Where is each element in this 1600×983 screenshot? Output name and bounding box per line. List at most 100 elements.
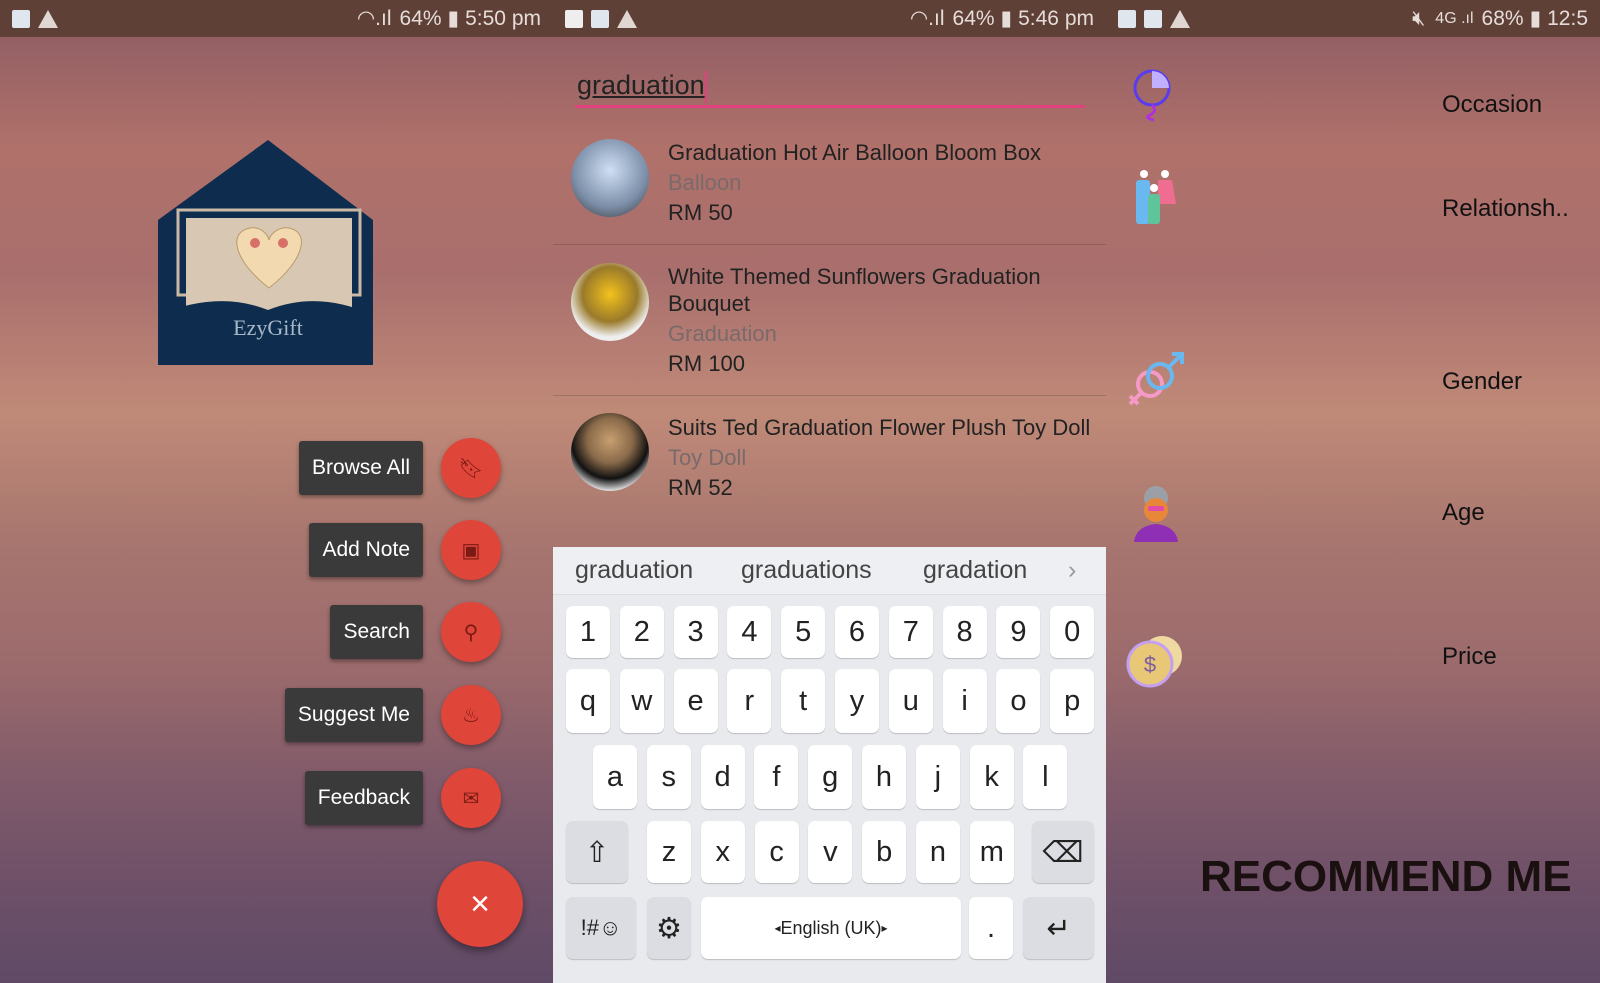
feedback-label[interactable]: Feedback <box>304 771 423 825</box>
svg-text:EzyGift: EzyGift <box>233 315 303 340</box>
key-c[interactable]: c <box>754 821 799 883</box>
key-x[interactable]: x <box>700 821 745 883</box>
symbols-key[interactable]: !#☺ <box>566 897 636 959</box>
search-icon[interactable]: ⚲ <box>441 602 501 662</box>
criteria-price[interactable]: Price <box>1442 643 1497 671</box>
key-h[interactable]: h <box>862 745 906 809</box>
result-item[interactable]: Graduation Hot Air Balloon Bloom Box Bal… <box>553 122 1106 245</box>
menu-item-browse-all[interactable]: Browse All 🔖︎ <box>298 438 501 498</box>
grandmother-icon[interactable] <box>1126 484 1186 544</box>
key-2[interactable]: 2 <box>619 606 664 658</box>
family-icon[interactable] <box>1126 168 1186 228</box>
key-8[interactable]: 8 <box>942 606 987 658</box>
menu-item-feedback[interactable]: Feedback ✉ <box>304 768 501 828</box>
key-i[interactable]: i <box>942 669 987 733</box>
enter-icon[interactable]: ↵ <box>1023 897 1094 959</box>
product-image <box>571 263 649 341</box>
key-s[interactable]: s <box>646 745 691 809</box>
suggest-me-label[interactable]: Suggest Me <box>284 688 423 742</box>
key-r[interactable]: r <box>727 669 772 733</box>
key-a[interactable]: a <box>593 745 637 809</box>
key-e[interactable]: e <box>673 669 718 733</box>
key-j[interactable]: j <box>915 745 960 809</box>
key-b[interactable]: b <box>862 821 907 883</box>
key-4[interactable]: 4 <box>727 606 772 658</box>
recommend-me-button[interactable]: RECOMMEND ME <box>1200 852 1572 902</box>
result-item[interactable]: Suits Ted Graduation Flower Plush Toy Do… <box>553 396 1106 547</box>
suggestion[interactable]: gradation <box>923 556 1027 585</box>
key-q[interactable]: q <box>566 669 610 733</box>
clock: 12:5 <box>1547 6 1588 30</box>
product-image <box>571 139 649 217</box>
product-title: White Themed Sunflowers Graduation Bouqu… <box>668 264 1041 316</box>
suggestion[interactable]: graduation <box>575 556 693 585</box>
key-d[interactable]: d <box>700 745 745 809</box>
chevron-right-icon[interactable]: › <box>1068 556 1076 585</box>
key-y[interactable]: y <box>835 669 879 733</box>
browse-all-label[interactable]: Browse All <box>298 441 423 495</box>
key-v[interactable]: v <box>808 821 853 883</box>
product-category: Toy Doll <box>668 445 747 470</box>
balloon-icon[interactable] <box>1126 66 1186 126</box>
key-o[interactable]: o <box>996 669 1041 733</box>
status-bar: ◠.ıl 64% ▮ 5:50 pm <box>0 0 553 37</box>
key-1[interactable]: 1 <box>566 606 610 658</box>
key-6[interactable]: 6 <box>835 606 879 658</box>
gender-icon[interactable] <box>1126 350 1186 410</box>
key-9[interactable]: 9 <box>996 606 1041 658</box>
menu-item-add-note[interactable]: Add Note ▣ <box>309 520 501 580</box>
product-title: Graduation Hot Air Balloon Bloom Box <box>668 140 1041 165</box>
menu-item-search[interactable]: Search ⚲ <box>330 602 501 662</box>
signal-4g-icon: 4G .ıl <box>1435 9 1474 27</box>
search-screen: ◠.ıl 64% ▮ 5:46 pm graduation Graduation… <box>553 0 1106 983</box>
add-note-label[interactable]: Add Note <box>309 523 423 577</box>
gift-hand-icon[interactable]: ♨ <box>441 685 501 745</box>
key-m[interactable]: m <box>969 821 1014 883</box>
note-icon[interactable]: ▣ <box>441 520 501 580</box>
space-bar[interactable]: ◂ English (UK) ▸ <box>701 897 961 959</box>
language-label: English (UK) <box>780 917 882 938</box>
ezygift-logo: EzyGift <box>158 140 373 365</box>
key-l[interactable]: l <box>1023 745 1068 809</box>
settings-icon[interactable]: ⚙ <box>647 897 691 959</box>
key-3[interactable]: 3 <box>673 606 718 658</box>
key-w[interactable]: w <box>619 669 664 733</box>
criteria-gender[interactable]: Gender <box>1442 368 1522 396</box>
criteria-occasion[interactable]: Occasion <box>1442 91 1542 119</box>
period-key[interactable]: . <box>969 897 1013 959</box>
key-7[interactable]: 7 <box>888 606 933 658</box>
criteria-age[interactable]: Age <box>1442 499 1485 527</box>
svg-text:$: $ <box>1144 652 1156 677</box>
warning-icon <box>38 9 58 28</box>
result-item[interactable]: White Themed Sunflowers Graduation Bouqu… <box>553 245 1106 396</box>
mail-open-icon[interactable]: ✉ <box>441 768 501 828</box>
key-g[interactable]: g <box>808 745 853 809</box>
key-f[interactable]: f <box>754 745 799 809</box>
key-5[interactable]: 5 <box>781 606 826 658</box>
key-0[interactable]: 0 <box>1050 606 1095 658</box>
menu-item-suggest-me[interactable]: Suggest Me ♨ <box>284 685 501 745</box>
key-k[interactable]: k <box>969 745 1014 809</box>
status-bar: 🔇︎ 4G .ıl 68% ▮ 12:5 <box>1106 0 1600 37</box>
key-u[interactable]: u <box>888 669 933 733</box>
key-n[interactable]: n <box>916 821 960 883</box>
close-menu-button[interactable]: × <box>437 861 523 947</box>
search-label[interactable]: Search <box>330 605 423 659</box>
status-bar: ◠.ıl 64% ▮ 5:46 pm <box>553 0 1106 37</box>
search-input[interactable]: graduation <box>575 62 1085 108</box>
text-cursor <box>704 70 707 103</box>
battery-icon: ▮ <box>1529 7 1542 30</box>
backspace-icon[interactable]: ⌫ <box>1032 821 1094 883</box>
coins-icon[interactable]: $ <box>1126 630 1186 690</box>
product-price: RM 100 <box>668 351 746 376</box>
app-notification-icon <box>591 9 609 28</box>
criteria-relationship[interactable]: Relationsh.. <box>1442 195 1569 223</box>
suggestion[interactable]: graduations <box>741 556 872 585</box>
clock: 5:50 pm <box>465 6 541 30</box>
key-t[interactable]: t <box>781 669 826 733</box>
bookmark-icon[interactable]: 🔖︎ <box>441 438 501 498</box>
key-z[interactable]: z <box>647 821 691 883</box>
mute-icon: 🔇︎ <box>1412 6 1426 30</box>
shift-icon[interactable]: ⇧ <box>566 821 628 883</box>
key-p[interactable]: p <box>1050 669 1095 733</box>
